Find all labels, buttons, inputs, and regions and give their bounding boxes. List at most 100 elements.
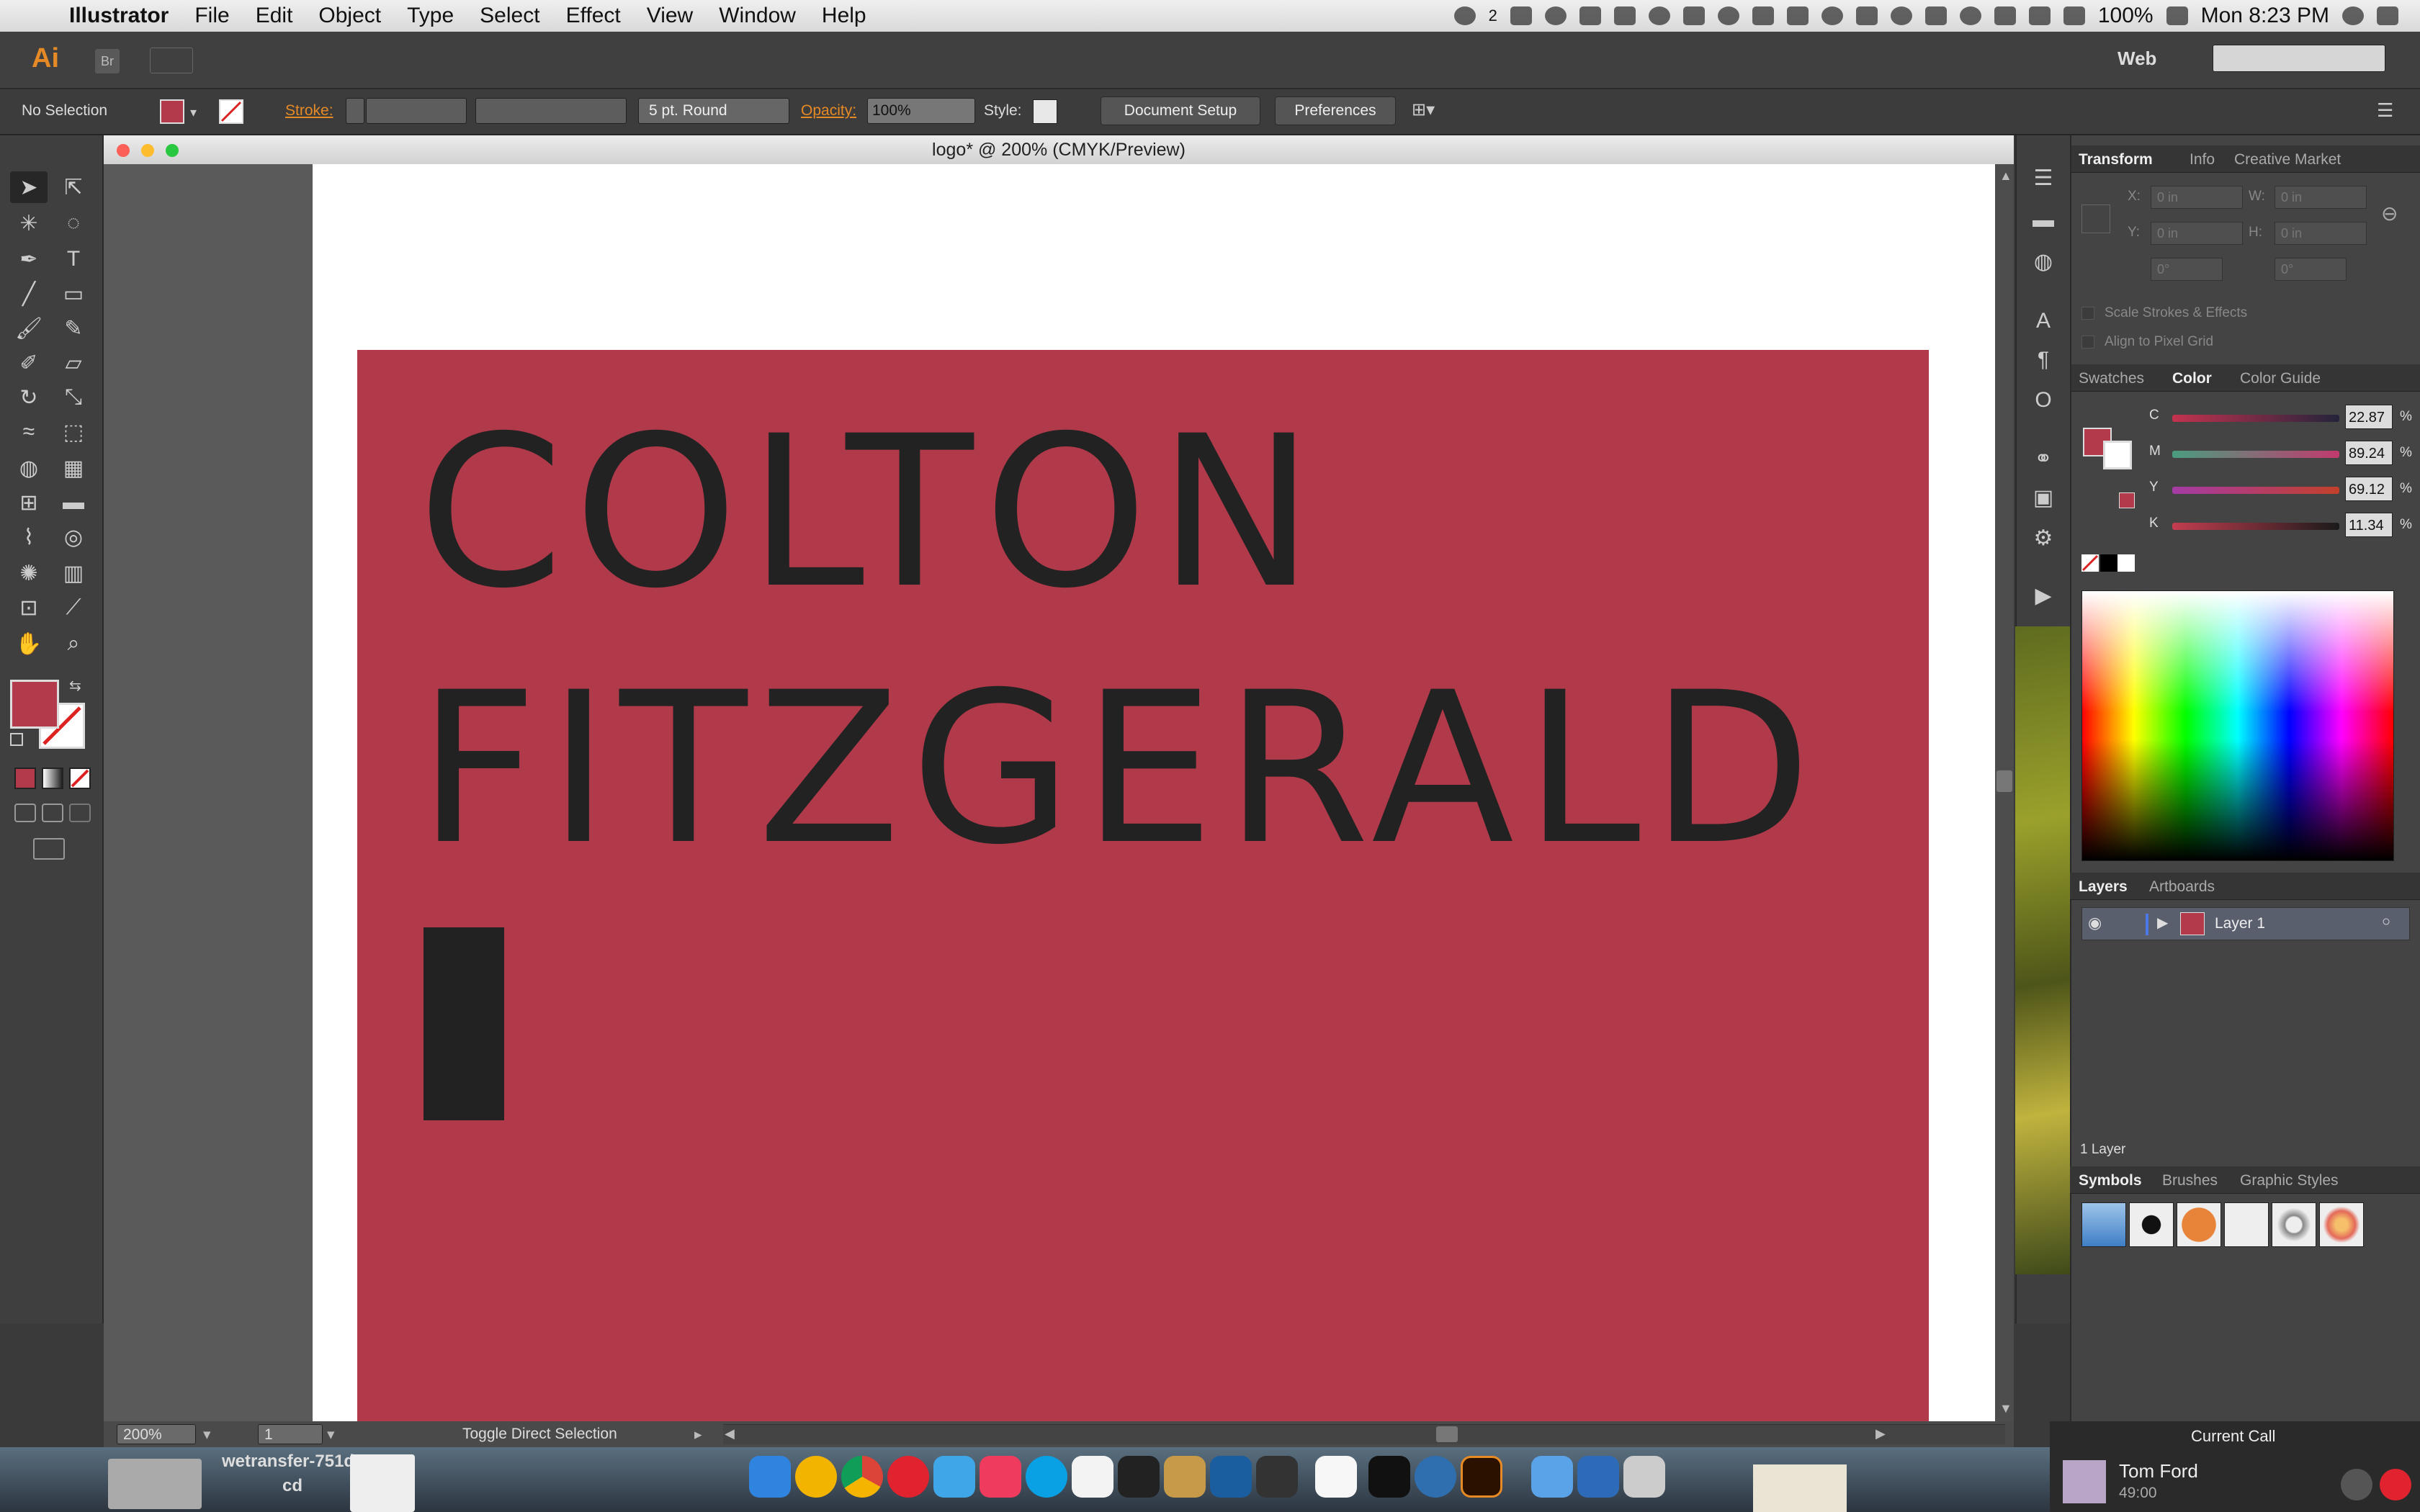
rotate-tool-icon[interactable]: ↻ [10,382,48,413]
perspective-grid-tool-icon[interactable]: ▦ [55,452,92,484]
tab-transform[interactable]: Transform [2079,151,2153,168]
appearance-panel-icon[interactable]: ◍ [2027,248,2060,276]
messages-icon[interactable] [933,1456,975,1498]
screen-mode-icon[interactable] [33,838,65,860]
tab-swatches[interactable]: Swatches [2079,370,2144,387]
cyan-value[interactable]: 22.87 [2345,405,2393,429]
fill-box[interactable] [10,680,59,729]
status-menu-icon[interactable]: ▸ [694,1426,702,1444]
logo-bar-mark[interactable] [424,927,504,1120]
rectangle-tool-icon[interactable]: ▭ [55,278,92,310]
artboard-dropdown-icon[interactable]: ▾ [327,1426,335,1444]
tab-brushes[interactable]: Brushes [2162,1172,2218,1189]
horizontal-scrollbar[interactable]: ◀ ▶ [723,1424,2005,1444]
symbol-ring[interactable] [2272,1202,2316,1247]
notification-center-icon[interactable] [2377,6,2398,25]
paragraph-panel-icon[interactable]: ¶ [2027,346,2060,374]
blob-brush-tool-icon[interactable]: ✐ [10,347,48,379]
yellow-slider[interactable] [2172,487,2339,494]
tool-icon[interactable] [1579,6,1601,25]
none-mode-icon[interactable] [69,768,91,789]
stroke-weight-stepper[interactable] [346,98,364,124]
tab-symbols[interactable]: Symbols [2079,1172,2142,1189]
gradient-mode-icon[interactable] [42,768,63,789]
graphic-style-swatch[interactable] [1033,99,1057,124]
flash-icon[interactable] [1786,6,1809,25]
none-color-swatch[interactable] [2081,554,2099,572]
opacity-label-link[interactable]: Opacity: [801,102,856,120]
slice-tool-icon[interactable]: ⟋ [55,592,92,624]
zoom-level-field[interactable]: 200% [117,1424,196,1444]
out-of-gamut-swatch[interactable] [2119,492,2135,508]
links-panel-icon[interactable]: ⚭ [2027,445,2060,474]
brush-definition-dropdown[interactable]: 5 pt. Round [638,98,789,124]
dock-file-thumbnail[interactable] [108,1459,202,1509]
paintbrush-tool-icon[interactable]: 🖌 [10,312,48,344]
airplay-icon[interactable] [1924,6,1947,25]
default-fill-stroke-icon[interactable] [10,733,23,746]
yellow-value[interactable]: 69.12 [2345,477,2393,501]
tab-layers[interactable]: Layers [2079,878,2128,896]
mesh-tool-icon[interactable]: ⊞ [10,487,48,518]
zoom-dropdown-icon[interactable]: ▾ [203,1426,211,1444]
folder-icon[interactable] [1531,1456,1573,1498]
color-mode-icon[interactable] [14,768,36,789]
tab-color[interactable]: Color [2172,370,2212,387]
scroll-right-icon[interactable]: ▶ [1876,1426,1886,1441]
pen-tool-icon[interactable]: ✒ [10,243,48,275]
scroll-left-icon[interactable]: ◀ [725,1426,735,1441]
symbol-flower[interactable] [2319,1202,2364,1247]
black-slider[interactable] [2172,523,2339,530]
black-color-swatch[interactable] [2100,554,2118,572]
menu-view[interactable]: View [634,4,706,28]
tab-color-guide[interactable]: Color Guide [2240,370,2321,387]
tab-creative-market[interactable]: Creative Market [2234,151,2341,168]
sourcetree-icon[interactable] [1210,1456,1252,1498]
menu-edit[interactable]: Edit [243,4,306,28]
dropbox-icon[interactable] [1510,6,1532,25]
fill-color-swatch[interactable] [160,99,184,124]
artboard-number-field[interactable]: 1 [258,1424,323,1444]
fan-icon[interactable] [1855,6,1878,25]
preferences-button[interactable]: Preferences [1275,96,1396,125]
arrange-documents-button[interactable] [150,48,193,73]
layer-target-icon[interactable]: ○ [2382,914,2390,930]
fill-dropdown-arrow-icon[interactable]: ▾ [190,105,197,120]
column-graph-tool-icon[interactable]: ▥ [55,557,92,589]
clock[interactable]: Mon 8:23 PM [2201,4,2329,28]
menu-app-name[interactable]: Illustrator [56,4,182,28]
expand-layer-icon[interactable]: ▶ [2157,914,2168,932]
constrain-proportions-icon[interactable]: ⊖ [2381,202,2398,225]
panel-menu-icon[interactable]: ☰ [2377,99,2393,122]
hand-tool-icon[interactable]: ✋ [10,628,48,660]
vertical-scrollbar[interactable]: ▲ ▼ [1995,164,2014,1421]
variable-width-profile-dropdown[interactable] [475,98,627,124]
close-window-icon[interactable] [117,144,130,157]
illustrator-dock-icon[interactable] [1461,1456,1502,1498]
color-spectrum-picker[interactable] [2081,590,2394,861]
time-machine-icon[interactable] [1959,6,1981,25]
sketch-s-icon[interactable] [1256,1456,1298,1498]
logo-name-line-1[interactable]: COLTON [418,409,1325,618]
skype-icon[interactable] [1026,1456,1067,1498]
type-tool-icon[interactable]: T [55,243,92,275]
white-color-swatch[interactable] [2118,554,2135,572]
magenta-value[interactable]: 89.24 [2345,441,2393,465]
height-field[interactable]: 0 in [2275,222,2367,245]
code-editor-icon[interactable] [1315,1456,1357,1498]
display-icon[interactable] [1752,6,1774,25]
eraser-tool-icon[interactable]: ▱ [55,347,92,379]
dock-preview-thumbnail[interactable] [1753,1464,1847,1512]
eyedropper-tool-icon[interactable]: ⌇ [10,521,48,553]
scroll-up-icon[interactable]: ▲ [1999,168,2012,184]
battery-icon[interactable] [2166,6,2188,25]
launchpad-icon[interactable] [1072,1456,1113,1498]
terminal-icon[interactable] [1368,1456,1410,1498]
te-icon[interactable] [1648,6,1670,25]
magenta-slider[interactable] [2172,451,2339,458]
sublime-icon[interactable] [1118,1456,1160,1498]
draw-normal-icon[interactable] [14,804,36,822]
menu-window[interactable]: Window [706,4,809,28]
blend-tool-icon[interactable]: ◎ [55,521,92,553]
menu-type[interactable]: Type [394,4,467,28]
